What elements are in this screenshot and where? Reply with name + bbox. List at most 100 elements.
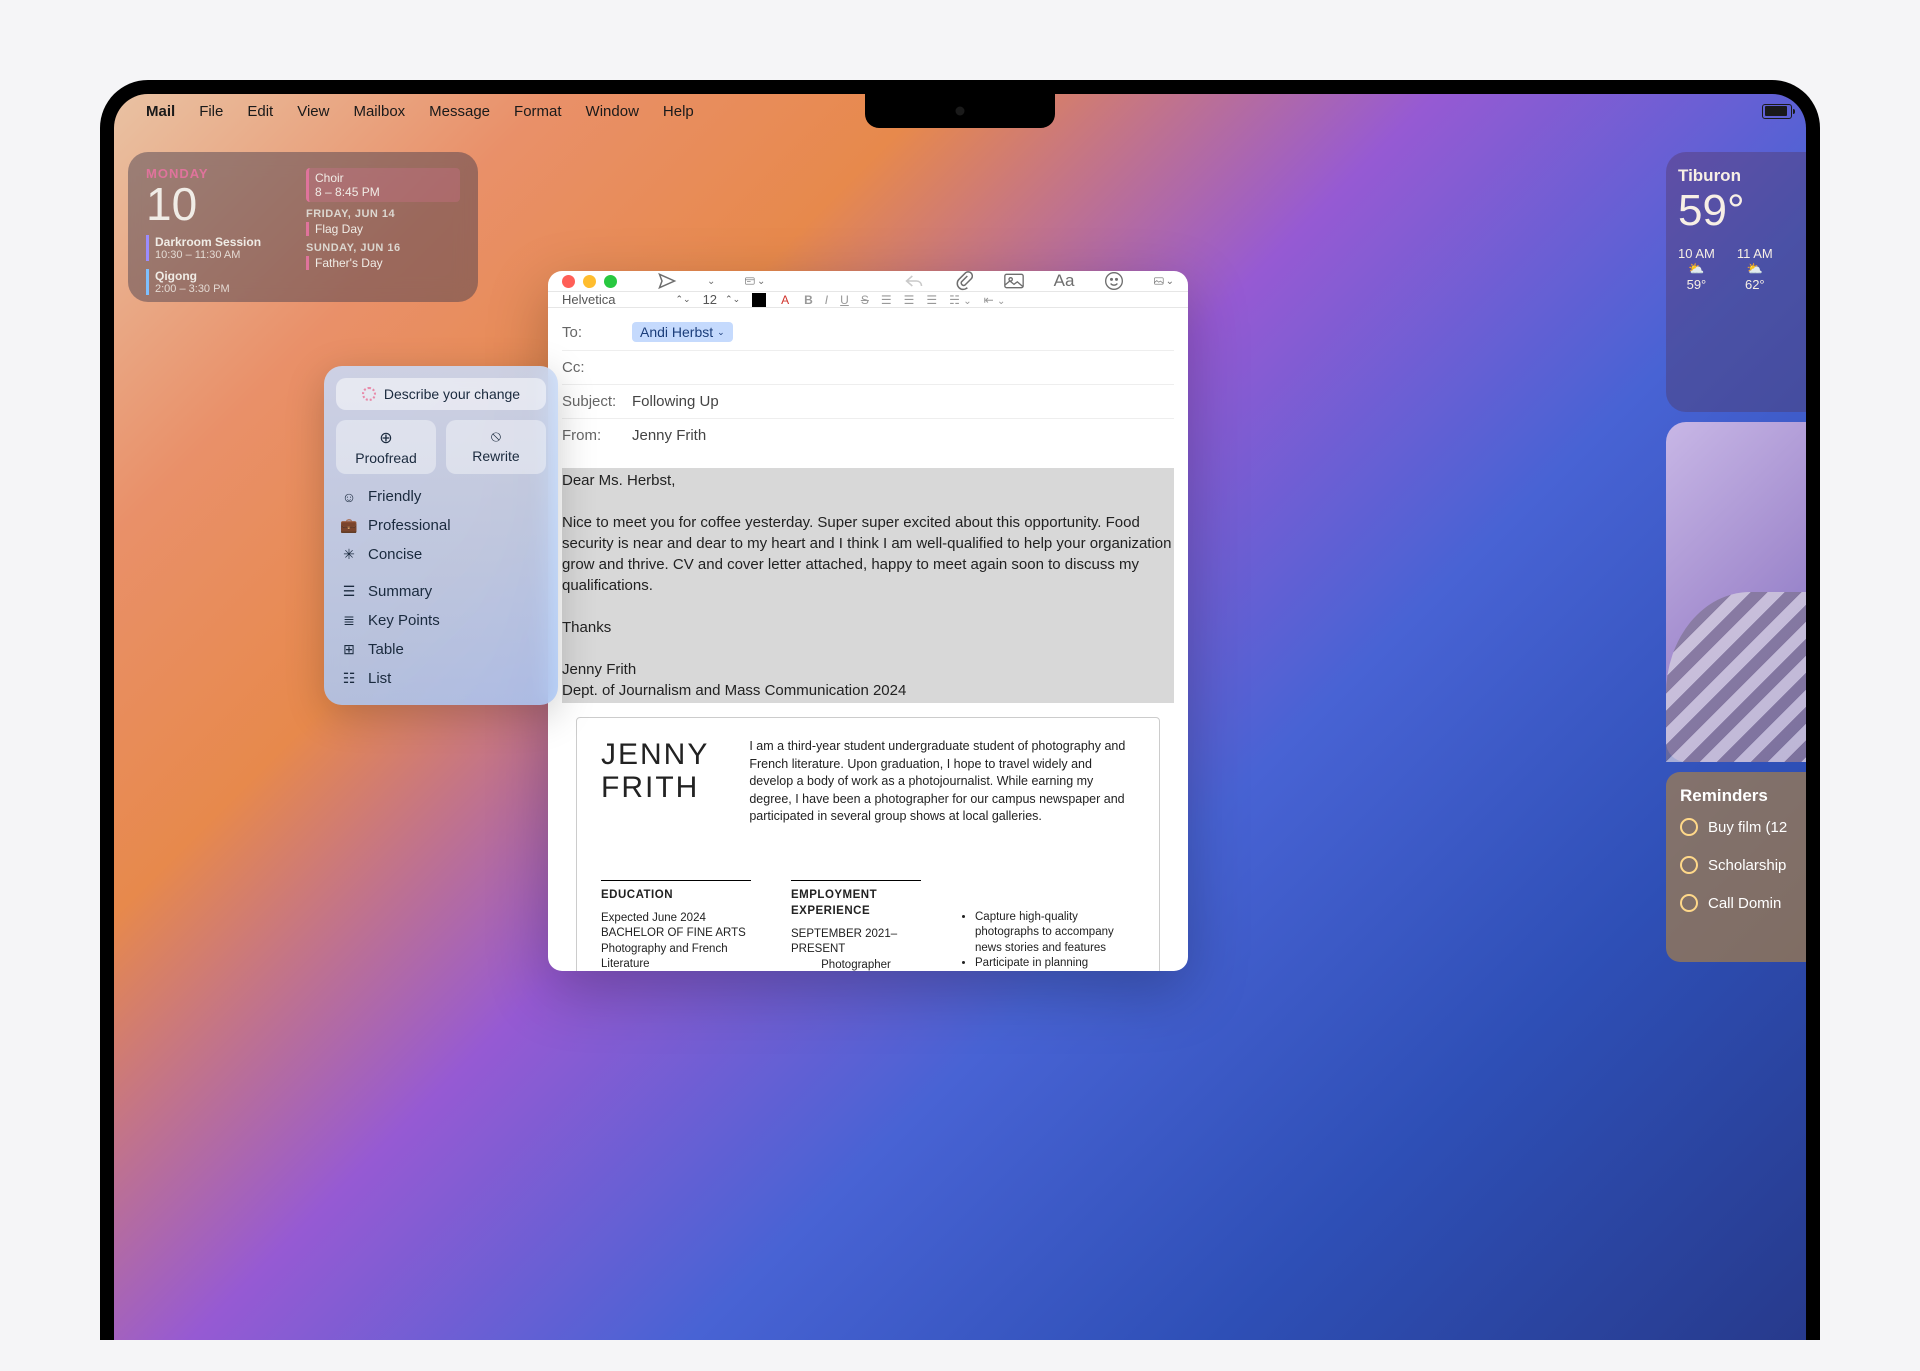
- transform-list[interactable]: ☷List: [336, 664, 546, 693]
- lines-icon: ☰: [340, 583, 358, 600]
- describe-change-field[interactable]: Describe your change: [336, 378, 546, 410]
- list-icon: ☷: [340, 670, 358, 687]
- reminders-widget[interactable]: Reminders Buy film (12 Scholarship Call …: [1666, 772, 1806, 962]
- minimize-button[interactable]: [583, 275, 596, 288]
- emoji-icon[interactable]: [1104, 271, 1124, 291]
- body-signature: Dept. of Journalism and Mass Communicati…: [562, 680, 1174, 701]
- battery-icon[interactable]: [1762, 104, 1792, 119]
- screen: Mail File Edit View Mailbox Message Form…: [114, 94, 1806, 1340]
- cal-date-header: SUNDAY, JUN 16: [306, 242, 460, 254]
- header-fields-icon[interactable]: ⌄: [745, 271, 765, 291]
- reminders-title: Reminders: [1680, 786, 1806, 806]
- format-icon[interactable]: Aa: [1054, 271, 1074, 291]
- weather-hour-label: 10 AM: [1678, 246, 1715, 261]
- weather-temp: 59°: [1678, 186, 1806, 236]
- briefcase-icon: 💼: [340, 517, 358, 534]
- menu-file[interactable]: File: [187, 99, 235, 124]
- text-color-icon[interactable]: A: [778, 293, 792, 307]
- chevron-down-icon[interactable]: ⌄: [717, 327, 725, 338]
- cal-date-header: FRIDAY, JUN 14: [306, 208, 460, 220]
- cal-event-title: Qigong: [155, 269, 306, 283]
- cloud-sun-icon: ⛅: [1737, 261, 1773, 277]
- transform-summary[interactable]: ☰Summary: [336, 577, 546, 606]
- from-field[interactable]: Jenny Frith: [632, 427, 706, 444]
- color-swatch-icon[interactable]: [752, 293, 766, 307]
- align-center-icon[interactable]: ☰: [904, 293, 915, 307]
- attachment-preview[interactable]: JENNYFRITH I am a third-year student und…: [576, 717, 1160, 971]
- laptop-frame: Mail File Edit View Mailbox Message Form…: [100, 80, 1820, 1340]
- send-icon[interactable]: [657, 271, 677, 291]
- education-header: EDUCATION: [601, 880, 751, 903]
- bullets-icon: ≣: [340, 612, 358, 629]
- body-signature: Jenny Frith: [562, 659, 1174, 680]
- to-label: To:: [562, 324, 632, 341]
- menu-format[interactable]: Format: [502, 99, 574, 124]
- body-text: Thanks: [562, 617, 1174, 638]
- weather-location: Tiburon: [1678, 166, 1806, 186]
- menu-view[interactable]: View: [285, 99, 341, 124]
- subject-field[interactable]: Following Up: [632, 393, 719, 410]
- photo-content: [1666, 592, 1806, 762]
- list-icon[interactable]: ☵ ⌄: [949, 293, 971, 307]
- underline-button[interactable]: U: [840, 293, 849, 307]
- insert-photo-icon[interactable]: ⌄: [1154, 271, 1174, 291]
- mail-compose-window: ⌄ ⌄ Aa ⌄ Helvetica⌃⌄ 12⌃⌄ A B I U: [548, 271, 1188, 971]
- employment-header: EMPLOYMENT EXPERIENCE: [791, 880, 921, 919]
- reminder-item[interactable]: Scholarship: [1680, 856, 1806, 874]
- tone-concise[interactable]: ✳Concise: [336, 540, 546, 569]
- indent-icon[interactable]: ⇤ ⌄: [984, 293, 1006, 307]
- attach-icon[interactable]: [954, 271, 974, 291]
- sparkle-icon: ✳: [340, 546, 358, 563]
- menu-mailbox[interactable]: Mailbox: [341, 99, 417, 124]
- rewrite-button[interactable]: ⦸ Rewrite: [446, 420, 546, 474]
- cal-event-title: Father's Day: [315, 256, 383, 270]
- chevron-down-icon[interactable]: ⌄: [707, 276, 715, 287]
- magnify-icon: ⊕: [340, 428, 432, 448]
- display-notch: [865, 94, 1055, 128]
- tone-friendly[interactable]: ☺Friendly: [336, 482, 546, 511]
- body-greeting: Dear Ms. Herbst,: [562, 470, 1174, 491]
- zoom-button[interactable]: [604, 275, 617, 288]
- reply-icon[interactable]: [904, 271, 924, 291]
- photo-browser-icon[interactable]: [1004, 271, 1024, 291]
- align-right-icon[interactable]: ☰: [926, 293, 937, 307]
- format-bar: Helvetica⌃⌄ 12⌃⌄ A B I U S ☰ ☰ ☰ ☵ ⌄ ⇤ ⌄: [548, 291, 1188, 308]
- app-menu[interactable]: Mail: [134, 99, 187, 124]
- close-button[interactable]: [562, 275, 575, 288]
- menu-message[interactable]: Message: [417, 99, 502, 124]
- table-icon: ⊞: [340, 641, 358, 658]
- cal-event-title: Choir: [315, 171, 454, 185]
- menu-help[interactable]: Help: [651, 99, 706, 124]
- radio-icon[interactable]: [1680, 894, 1698, 912]
- recipient-chip[interactable]: Andi Herbst⌄: [632, 322, 733, 342]
- size-selector[interactable]: 12⌃⌄: [703, 292, 741, 307]
- weather-hour-temp: 59°: [1678, 277, 1715, 292]
- mail-body[interactable]: Dear Ms. Herbst, Nice to meet you for co…: [548, 458, 1188, 971]
- proofread-button[interactable]: ⊕ Proofread: [336, 420, 436, 474]
- align-left-icon[interactable]: ☰: [881, 293, 892, 307]
- strike-button[interactable]: S: [861, 293, 869, 307]
- menu-edit[interactable]: Edit: [235, 99, 285, 124]
- font-selector[interactable]: Helvetica⌃⌄: [562, 292, 691, 307]
- attachment-bio: I am a third-year student undergraduate …: [749, 738, 1135, 826]
- window-controls: [562, 275, 617, 288]
- photos-widget[interactable]: [1666, 422, 1806, 762]
- cal-event-title: Flag Day: [315, 222, 363, 236]
- italic-button[interactable]: I: [825, 293, 828, 307]
- reminder-item[interactable]: Call Domin: [1680, 894, 1806, 912]
- menu-window[interactable]: Window: [574, 99, 651, 124]
- tone-professional[interactable]: 💼Professional: [336, 511, 546, 540]
- cc-label: Cc:: [562, 359, 632, 376]
- weather-widget[interactable]: Tiburon 59° 10 AM ⛅ 59° 11 AM ⛅ 62°: [1666, 152, 1806, 412]
- subject-label: Subject:: [562, 393, 632, 410]
- radio-icon[interactable]: [1680, 856, 1698, 874]
- transform-table[interactable]: ⊞Table: [336, 635, 546, 664]
- calendar-widget[interactable]: MONDAY 10 Darkroom Session 10:30 – 11:30…: [128, 152, 478, 302]
- writing-tools-popover: Describe your change ⊕ Proofread ⦸ Rewri…: [324, 366, 558, 705]
- mail-headers: To: Andi Herbst⌄ Cc: Subject: Following …: [548, 308, 1188, 458]
- from-label: From:: [562, 427, 632, 444]
- radio-icon[interactable]: [1680, 818, 1698, 836]
- transform-keypoints[interactable]: ≣Key Points: [336, 606, 546, 635]
- bold-button[interactable]: B: [804, 293, 813, 307]
- reminder-item[interactable]: Buy film (12: [1680, 818, 1806, 836]
